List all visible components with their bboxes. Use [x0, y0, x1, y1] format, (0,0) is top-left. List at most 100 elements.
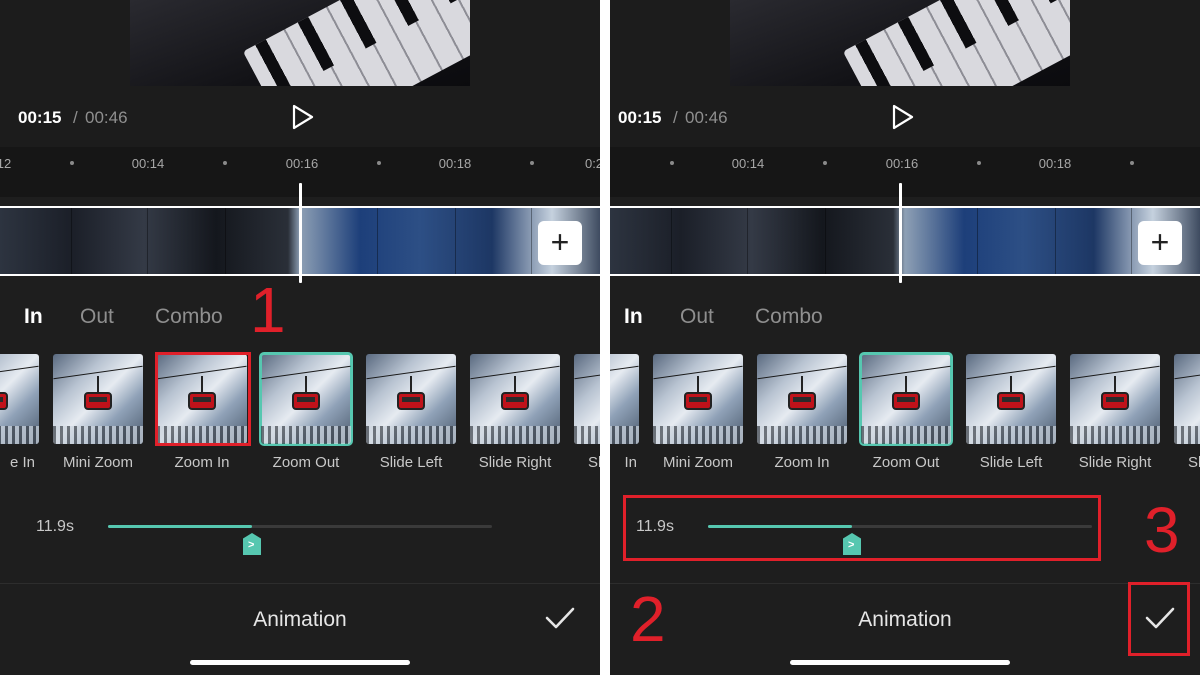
timeline-ruler[interactable]: 00:14 00:16 00:18 — [610, 147, 1200, 197]
effect-label: Slide Right — [1078, 454, 1152, 471]
effect-item[interactable]: Slide Right — [1070, 354, 1160, 471]
clip-frame — [748, 208, 826, 274]
tab-in[interactable]: In — [24, 305, 43, 329]
video-clip[interactable] — [610, 206, 1200, 276]
duration-label: 11.9s — [636, 518, 674, 535]
effect-label: In — [624, 454, 637, 471]
home-indicator — [790, 660, 1010, 665]
slider-thumb[interactable]: > — [243, 533, 261, 555]
playhead[interactable] — [899, 183, 902, 283]
add-clip-button[interactable]: + — [538, 221, 582, 265]
gondola-image — [292, 376, 320, 410]
panel-title: Animation — [253, 608, 347, 631]
effect-label: Slide Left — [979, 454, 1043, 471]
trees-image — [1070, 426, 1160, 444]
clip-frame — [456, 208, 532, 274]
effect-item[interactable]: e In — [0, 354, 39, 471]
chevron-right-icon: > — [248, 539, 255, 551]
effect-item[interactable]: Mini Zoom — [653, 354, 743, 471]
effect-label: Zoom Out — [872, 454, 940, 471]
effect-list: In Mini Zoom Zoom In Zoom Out Slide Left… — [610, 352, 1200, 474]
tab-in[interactable]: In — [624, 305, 643, 329]
gondola-image — [397, 376, 425, 410]
tab-out[interactable]: Out — [80, 305, 114, 329]
slider-thumb[interactable]: > — [843, 533, 861, 555]
ruler-tick-label: 0:2 — [584, 156, 600, 171]
slider-fill — [708, 525, 852, 528]
left-screenshot: 00:15 / 00:46 12 00:14 00:16 00:18 0:2 +… — [0, 0, 600, 675]
ruler-tick-label: 12 — [0, 156, 12, 171]
checkmark-icon[interactable] — [1142, 600, 1178, 636]
effect-label: e In — [9, 454, 35, 471]
play-icon[interactable] — [888, 103, 916, 131]
video-frame — [130, 0, 470, 86]
duration-slider[interactable]: > — [708, 525, 1092, 555]
trees-image — [0, 426, 39, 444]
chevron-right-icon: > — [848, 539, 855, 551]
clip-frame — [226, 208, 302, 274]
trees-image — [53, 426, 143, 444]
effect-item[interactable]: Mini Zoom — [53, 354, 143, 471]
effect-thumbnail — [0, 354, 39, 444]
trees-image — [610, 426, 639, 444]
video-preview: 00:15 / 00:46 — [610, 0, 1200, 147]
playhead[interactable] — [299, 183, 302, 283]
animation-tabs: In Out Combo — [0, 305, 600, 335]
effect-item[interactable]: Slide Right — [470, 354, 560, 471]
effect-item[interactable]: Slide Left — [966, 354, 1056, 471]
clip-frame — [302, 208, 378, 274]
effect-thumbnail — [259, 352, 353, 446]
duration-label: 11.9s — [36, 518, 74, 535]
ruler-tick-label: 00:14 — [731, 156, 765, 171]
effect-label: Slide Left — [379, 454, 443, 471]
trees-image — [757, 426, 847, 444]
effect-item[interactable]: Slide Left — [366, 354, 456, 471]
effect-item[interactable]: Sl — [1174, 354, 1200, 471]
play-icon[interactable] — [288, 103, 316, 131]
ruler-dot — [670, 161, 674, 165]
bottom-bar: Animation — [610, 583, 1200, 675]
clip-frame — [378, 208, 456, 274]
add-clip-button[interactable]: + — [1138, 221, 1182, 265]
effect-thumbnail — [1174, 354, 1200, 444]
effect-thumbnail — [757, 354, 847, 444]
trees-image — [861, 426, 951, 444]
gondola-image — [892, 376, 920, 410]
effect-thumbnail — [366, 354, 456, 444]
gondola-image — [1101, 376, 1129, 410]
annotation-number-2: 2 — [630, 583, 666, 655]
effect-thumbnail — [966, 354, 1056, 444]
home-indicator — [190, 660, 410, 665]
clip-frame — [1056, 208, 1132, 274]
effect-item[interactable]: Sl — [574, 354, 600, 471]
effect-item[interactable]: Zoom In — [157, 354, 247, 471]
ruler-tick-label: 00:16 — [285, 156, 319, 171]
tab-combo[interactable]: Combo — [755, 305, 823, 329]
effect-thumbnail — [1070, 354, 1160, 444]
ruler-dot — [377, 161, 381, 165]
effect-item[interactable]: In — [610, 354, 639, 471]
checkmark-icon[interactable] — [542, 600, 578, 636]
effect-label: Sl — [588, 454, 600, 471]
tab-out[interactable]: Out — [680, 305, 714, 329]
gondola-image — [188, 376, 216, 410]
piano-image — [842, 0, 1070, 86]
total-time: 00:46 — [685, 108, 728, 127]
effect-list: e In Mini Zoom Zoom In Zoom Out Slide Le… — [0, 352, 600, 474]
annotation-box-duration — [623, 495, 1101, 561]
trees-image — [1174, 426, 1200, 444]
video-frame — [730, 0, 1070, 86]
clip-frame — [610, 208, 672, 274]
effect-item[interactable]: Zoom In — [757, 354, 847, 471]
effect-item-selected[interactable]: Zoom Out — [259, 352, 353, 471]
duration-slider[interactable]: > — [108, 525, 492, 555]
ruler-dot — [223, 161, 227, 165]
effect-item-selected[interactable]: Zoom Out — [859, 352, 953, 471]
effect-thumbnail — [157, 354, 247, 444]
clip-track: + — [0, 183, 600, 290]
gondola-image — [684, 376, 712, 410]
gondola-image — [997, 376, 1025, 410]
tab-combo[interactable]: Combo — [155, 305, 223, 329]
gondola-image — [501, 376, 529, 410]
clip-frame — [978, 208, 1056, 274]
